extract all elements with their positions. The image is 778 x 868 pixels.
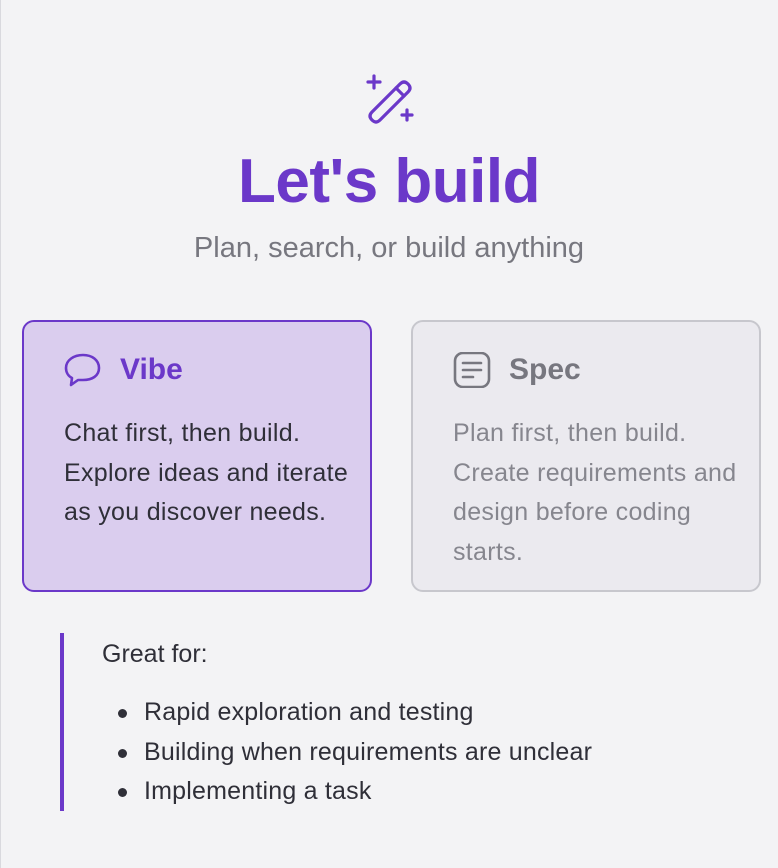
great-for-callout: Great for: Rapid exploration and testing… bbox=[60, 633, 680, 811]
list-item: Rapid exploration and testing bbox=[100, 693, 592, 733]
mode-card-vibe[interactable]: Vibe Chat first, then build. Explore ide… bbox=[22, 320, 372, 592]
list-item-text: Rapid exploration and testing bbox=[144, 698, 474, 726]
list-item-text: Building when requirements are unclear bbox=[144, 737, 593, 766]
mode-card-spec[interactable]: Spec Plan first, then build. Create requ… bbox=[411, 320, 761, 592]
page-title: Let's build bbox=[237, 147, 541, 216]
chat-bubble-icon bbox=[64, 352, 102, 388]
bullet-icon bbox=[118, 709, 127, 718]
mode-card-title: Spec bbox=[509, 353, 581, 386]
panel-left-border bbox=[0, 0, 1, 868]
mode-card-description: Chat first, then build. Explore ideas an… bbox=[64, 419, 349, 526]
mode-card-header: Vibe bbox=[64, 352, 183, 388]
magic-wand-icon bbox=[366, 74, 416, 124]
list-item-text: Implementing a task bbox=[144, 777, 372, 805]
list-item: Implementing a task bbox=[100, 772, 592, 812]
bullet-icon bbox=[118, 748, 127, 758]
page-subtitle: Plan, search, or build anything bbox=[193, 232, 585, 264]
mode-card-description: Plan first, then build. Create requireme… bbox=[453, 419, 737, 566]
bullet-icon bbox=[118, 788, 127, 797]
mode-card-title: Vibe bbox=[120, 353, 183, 386]
great-for-list: Rapid exploration and testing Building w… bbox=[100, 693, 592, 812]
list-item: Building when requirements are unclear bbox=[100, 733, 592, 773]
great-for-heading: Great for: bbox=[102, 640, 208, 668]
document-lines-icon bbox=[453, 351, 491, 389]
mode-card-header: Spec bbox=[453, 351, 581, 389]
